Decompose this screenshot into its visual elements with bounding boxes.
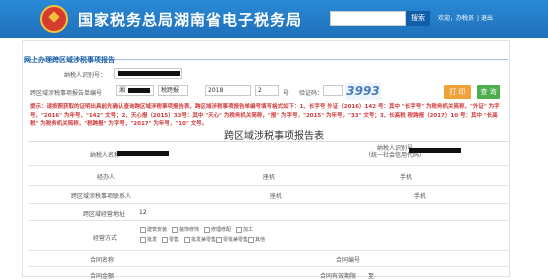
- contract-period-value: 至: [368, 273, 375, 280]
- option-retail-wholesale[interactable]: 零批兼零售: [216, 236, 248, 243]
- redacted-taxpayer-id: [118, 71, 180, 76]
- print-button[interactable]: 打 印: [444, 85, 471, 99]
- redacted-prefix: [128, 88, 150, 93]
- site-title: 国家税务总局湖南省电子税务局: [78, 11, 303, 29]
- top-banner: 国家税务总局湖南省电子税务局 搜索 欢迎，办税员 | 退出: [0, 0, 548, 38]
- option-other[interactable]: 其他: [248, 236, 265, 243]
- top-links: 欢迎，办税员 | 退出: [438, 15, 493, 22]
- dept-input[interactable]: 税跨报: [158, 85, 188, 96]
- contact-label: 跨区域涉税事项联系人: [71, 193, 132, 200]
- report-no-label: 跨区域涉税事项报告单编号: [30, 90, 103, 97]
- number-input[interactable]: 2: [255, 85, 279, 96]
- option-processing[interactable]: 加工: [236, 226, 253, 233]
- query-button[interactable]: 查 询: [477, 85, 500, 99]
- logout-link[interactable]: 退出: [481, 15, 493, 22]
- contact-seat-label: 座机: [270, 193, 283, 200]
- search-button[interactable]: 搜索: [406, 11, 430, 26]
- option-repair[interactable]: 修理修配: [204, 226, 231, 233]
- tax-emblem-icon: [40, 5, 68, 33]
- taxpayer-id-label: 纳税人识别号：: [64, 72, 107, 79]
- captcha-input[interactable]: [323, 85, 343, 96]
- captcha-label: 验证码：: [299, 90, 324, 97]
- redacted-credit-code: [409, 148, 461, 153]
- option-retail[interactable]: 零售: [162, 236, 179, 243]
- contact-mobile-label: 手机: [414, 193, 427, 200]
- format-notice: 提示：请按照获取的证明出具前先确认查询跨区域涉税事项报告表，跨区域涉税事项报告单…: [30, 104, 500, 127]
- breadcrumb: 网上办理跨区域涉税事项报告: [24, 47, 508, 64]
- option-decoration[interactable]: 装饰修饰: [172, 226, 199, 233]
- number-suffix: 号: [283, 90, 290, 97]
- captcha-image[interactable]: 3993: [345, 83, 381, 100]
- contract-no-label: 合同编号: [336, 257, 361, 264]
- option-construction[interactable]: 建筑安装: [140, 226, 167, 233]
- contract-period-label: 合同有效期限: [320, 273, 357, 280]
- taxpayer-name-label: 纳税人名称: [90, 152, 121, 159]
- year-input[interactable]: 2018: [205, 85, 251, 96]
- address-value: 12: [139, 209, 147, 216]
- report-title: 跨区域涉税事项报告表: [224, 131, 324, 142]
- option-wholesale[interactable]: 批发: [140, 236, 157, 243]
- mobile-label: 手机: [400, 174, 413, 181]
- search-input[interactable]: [330, 11, 406, 26]
- contract-amount-label: 合同金额: [90, 273, 115, 280]
- breadcrumb-title: 网上办理跨区域涉税事项报告: [24, 56, 115, 64]
- handler-label: 经办人: [97, 174, 116, 181]
- option-wholesale-retail[interactable]: 批发兼零售: [184, 236, 216, 243]
- redacted-taxpayer-name: [117, 151, 169, 156]
- address-label: 跨区域经营地址: [83, 211, 126, 218]
- business-label: 经营方式: [93, 235, 118, 242]
- contract-name-label: 合同名称: [90, 257, 115, 264]
- seat-label: 座机: [263, 174, 276, 181]
- welcome-link[interactable]: 欢迎，办税员: [438, 15, 474, 22]
